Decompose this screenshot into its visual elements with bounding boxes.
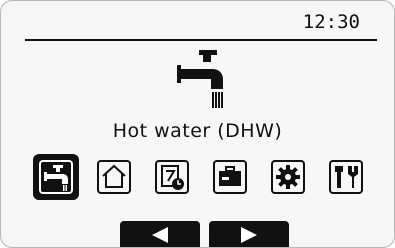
settings-gear-icon (271, 160, 305, 194)
nav-right-button[interactable] (209, 221, 289, 247)
navigation-buttons (120, 221, 300, 247)
menu-item-service[interactable] (323, 154, 369, 200)
schedule-timer-icon (155, 160, 189, 194)
arrow-left-icon (152, 227, 168, 243)
menu-item-holiday[interactable] (207, 154, 253, 200)
house-icon (97, 160, 131, 194)
status-divider (25, 39, 377, 41)
menu-item-hot-water[interactable] (33, 154, 79, 200)
menu-item-heating[interactable] (91, 154, 137, 200)
controller-display: 12:30 Hot water (DHW) (0, 0, 395, 248)
main-menu-icons (33, 154, 373, 204)
hot-water-tap-icon (39, 160, 73, 194)
menu-item-schedule[interactable] (149, 154, 195, 200)
arrow-right-icon (241, 227, 257, 243)
holiday-suitcase-icon (213, 160, 247, 194)
service-tools-icon (329, 160, 363, 194)
clock-time: 12:30 (302, 11, 360, 33)
menu-item-settings[interactable] (265, 154, 311, 200)
menu-title: Hot water (DHW) (112, 120, 283, 142)
nav-left-button[interactable] (120, 221, 200, 247)
hot-water-tap-icon (169, 49, 233, 113)
